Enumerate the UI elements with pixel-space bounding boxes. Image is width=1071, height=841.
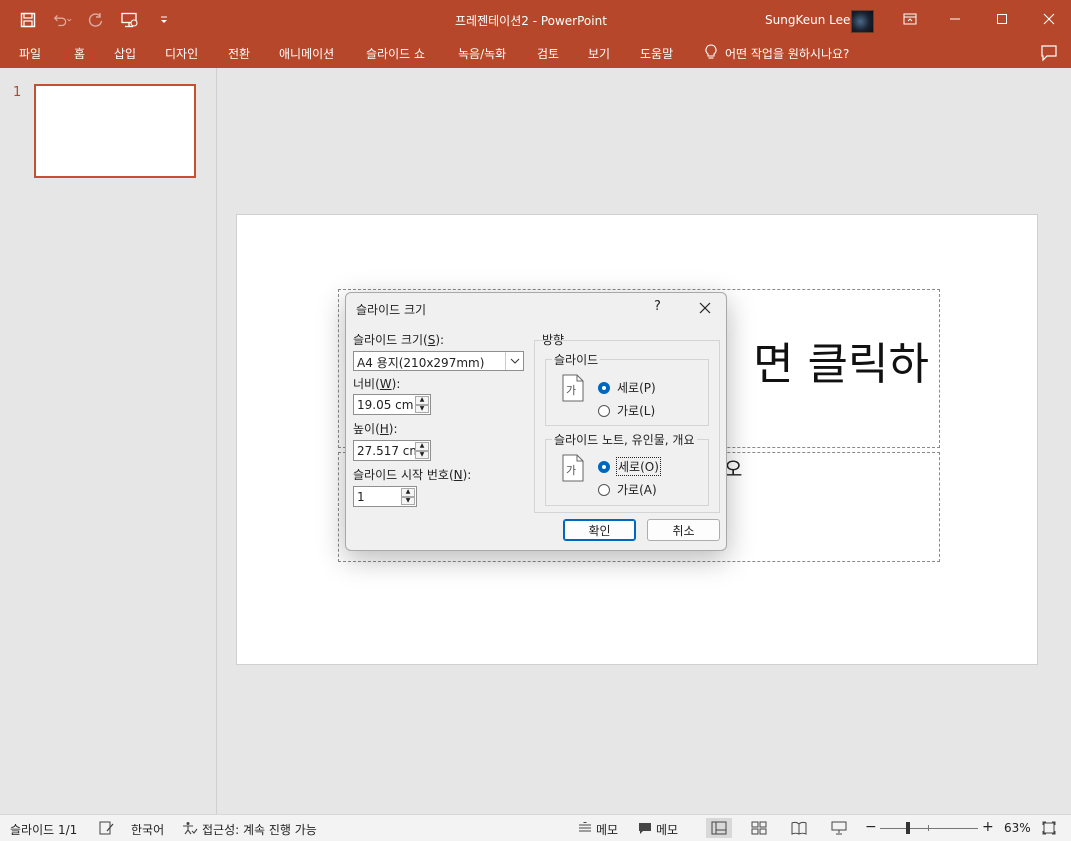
tab-home[interactable]: 홈: [74, 45, 85, 62]
normal-view-icon[interactable]: [706, 818, 732, 838]
tab-insert[interactable]: 삽입: [114, 45, 136, 62]
tell-me-search[interactable]: 어떤 작업을 원하시나요?: [705, 44, 849, 63]
zoom-slider-center-mark: [928, 825, 929, 831]
comment-bubble-icon: [638, 822, 652, 838]
comments-toggle[interactable]: 메모: [638, 821, 678, 838]
accessibility-icon: [182, 821, 198, 838]
width-stepper[interactable]: ▲ ▼: [415, 396, 429, 413]
spin-down-icon[interactable]: ▼: [401, 496, 415, 505]
redo-icon[interactable]: [86, 10, 106, 30]
slides-landscape-radio[interactable]: 가로(L): [598, 402, 655, 419]
height-field[interactable]: 27.517 cm ▲ ▼: [353, 440, 431, 461]
status-bar: 슬라이드 1/1 한국어 접근성: 계속 진행 가능 메모 메모 − + 63%: [0, 814, 1071, 841]
tab-view[interactable]: 보기: [588, 45, 610, 62]
radio-unselected-icon: [598, 404, 610, 417]
help-button[interactable]: ?: [654, 299, 661, 314]
spin-down-icon[interactable]: ▼: [415, 450, 429, 459]
tab-animations[interactable]: 애니메이션: [279, 45, 334, 62]
slide-size-select[interactable]: A4 용지(210x297mm): [353, 351, 524, 371]
slide-show-view-icon[interactable]: [826, 818, 852, 838]
svg-text:가: 가: [566, 384, 576, 397]
fit-to-window-icon[interactable]: [1036, 818, 1062, 838]
notes-landscape-radio[interactable]: 가로(A): [598, 481, 657, 498]
slides-portrait-radio[interactable]: 세로(P): [598, 379, 656, 396]
portrait-page-icon: 가: [562, 454, 584, 482]
customize-qat-icon[interactable]: [154, 10, 174, 30]
minimize-icon[interactable]: [943, 9, 967, 29]
spin-down-icon[interactable]: ▼: [415, 404, 429, 413]
notes-portrait-radio[interactable]: 세로(O): [598, 457, 661, 476]
zoom-out-icon[interactable]: −: [865, 819, 877, 835]
user-name[interactable]: SungKeun Lee: [765, 13, 850, 27]
zoom-slider-track[interactable]: [880, 828, 978, 829]
slide-count: 슬라이드 1/1: [10, 823, 78, 837]
slide-size-value: A4 용지(210x297mm): [357, 356, 485, 370]
tell-me-text: 어떤 작업을 원하시나요?: [725, 47, 850, 61]
start-number-label: 슬라이드 시작 번호(N):: [353, 468, 472, 482]
close-icon[interactable]: [1037, 9, 1061, 29]
height-label: 높이(H):: [353, 422, 398, 436]
comments-icon[interactable]: [1040, 44, 1058, 65]
cancel-button[interactable]: 취소: [647, 519, 720, 541]
save-icon[interactable]: [18, 10, 38, 30]
radio-selected-icon: [598, 381, 610, 394]
zoom-level[interactable]: 63%: [1004, 821, 1031, 835]
undo-icon[interactable]: [52, 10, 72, 30]
maximize-icon[interactable]: [990, 9, 1014, 29]
tab-help[interactable]: 도움말: [640, 45, 673, 62]
slide-thumbnail[interactable]: [34, 84, 196, 178]
notes-icon: [578, 821, 592, 837]
thumbnail-number: 1: [13, 85, 22, 100]
slide-size-dialog: 슬라이드 크기 ? 슬라이드 크기(S): A4 용지(210x297mm) 너…: [345, 292, 727, 551]
title-placeholder-text: 면 클릭하: [753, 339, 929, 390]
width-value: 19.05 cm: [357, 398, 414, 412]
notes-toggle[interactable]: 메모: [578, 821, 618, 838]
portrait-page-icon: 가: [562, 374, 584, 402]
slide-size-label: 슬라이드 크기(S):: [353, 333, 445, 347]
user-avatar[interactable]: [851, 10, 874, 33]
ribbon-display-options-icon[interactable]: [898, 9, 922, 29]
dialog-title: 슬라이드 크기: [356, 303, 427, 317]
dialog-close-icon[interactable]: [696, 299, 714, 317]
zoom-slider-thumb[interactable]: [906, 822, 910, 834]
window-title: 프레젠테이션2 - PowerPoint: [455, 14, 607, 28]
ribbon-tabs: 파일 홈 삽입 디자인 전환 애니메이션 슬라이드 쇼 녹음/녹화 검토 보기 …: [0, 40, 1071, 68]
tab-transitions[interactable]: 전환: [228, 45, 250, 62]
height-value: 27.517 cm: [357, 444, 415, 458]
slides-group-title: 슬라이드: [552, 351, 601, 368]
title-bar: 프레젠테이션2 - PowerPoint SungKeun Lee: [0, 0, 1071, 40]
svg-text:가: 가: [566, 464, 576, 477]
notes-group-title: 슬라이드 노트, 유인물, 개요: [552, 431, 697, 448]
present-from-start-icon[interactable]: [120, 10, 140, 30]
slide-sorter-view-icon[interactable]: [746, 818, 772, 838]
spin-up-icon[interactable]: ▲: [415, 396, 429, 405]
accessibility-status[interactable]: 접근성: 계속 진행 가능: [182, 821, 317, 838]
quick-access-toolbar: [18, 10, 174, 30]
tab-file[interactable]: 파일: [19, 45, 41, 62]
tab-review[interactable]: 검토: [537, 45, 559, 62]
chevron-down-icon: [505, 352, 523, 370]
tab-slide-show[interactable]: 슬라이드 쇼: [366, 45, 425, 62]
height-stepper[interactable]: ▲ ▼: [415, 442, 429, 459]
radio-selected-icon: [598, 460, 610, 473]
spelling-check-icon[interactable]: [99, 821, 115, 835]
tab-design[interactable]: 디자인: [165, 45, 198, 62]
lightbulb-icon: [705, 44, 717, 63]
spin-up-icon[interactable]: ▲: [401, 488, 415, 497]
width-label: 너비(W):: [353, 377, 401, 391]
reading-view-icon[interactable]: [786, 818, 812, 838]
start-number-field[interactable]: 1 ▲ ▼: [353, 486, 417, 507]
language[interactable]: 한국어: [131, 821, 164, 838]
zoom-in-icon[interactable]: +: [982, 819, 994, 835]
ok-button[interactable]: 확인: [563, 519, 636, 541]
slide-thumbnail-pane: 1: [0, 68, 217, 814]
spin-up-icon[interactable]: ▲: [415, 442, 429, 451]
radio-unselected-icon: [598, 483, 610, 496]
start-number-stepper[interactable]: ▲ ▼: [401, 488, 415, 505]
width-field[interactable]: 19.05 cm ▲ ▼: [353, 394, 431, 415]
tab-record[interactable]: 녹음/녹화: [458, 45, 506, 62]
